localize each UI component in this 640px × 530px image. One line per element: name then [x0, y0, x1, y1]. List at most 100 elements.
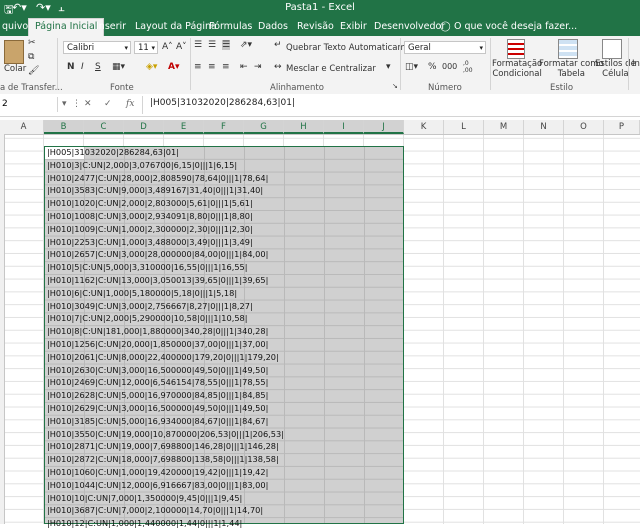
- tab-home[interactable]: Página Inicial: [28, 18, 105, 36]
- increase-indent-icon[interactable]: ⇥: [254, 62, 262, 72]
- format-painter-icon[interactable]: 🖌: [28, 66, 39, 76]
- column-header-b[interactable]: B: [44, 120, 84, 134]
- cell-styles-icon[interactable]: [602, 39, 622, 59]
- column-header-l[interactable]: L: [444, 120, 484, 134]
- table-row[interactable]: |H010|1256|C:UN|20,000|1,850000|37,00|0|…: [47, 338, 284, 351]
- table-row[interactable]: |H010|2253|C:UN|1,000|3,488000|3,49|0|||…: [47, 236, 284, 249]
- column-header-g[interactable]: G: [244, 120, 284, 134]
- decrease-font-icon[interactable]: A˅: [176, 42, 187, 52]
- table-row[interactable]: |H010|2477|C:UN|28,000|2,808590|78,64|0|…: [47, 172, 284, 185]
- table-row[interactable]: |H010|2629|C:UN|3,000|16,500000|49,50|0|…: [47, 402, 284, 415]
- column-header-f[interactable]: F: [204, 120, 244, 134]
- table-row[interactable]: |H010|2872|C:UN|18,000|7,698800|138,58|0…: [47, 453, 284, 466]
- row-headers[interactable]: [0, 134, 5, 524]
- borders-icon[interactable]: ▦▾: [112, 62, 125, 72]
- formula-input[interactable]: |H005|31032020|286284,63|01|: [150, 98, 295, 108]
- align-middle-icon[interactable]: ☰: [208, 40, 216, 50]
- tell-me-search[interactable]: O que você deseja fazer...: [454, 21, 577, 32]
- column-header-h[interactable]: H: [284, 120, 324, 134]
- paste-icon[interactable]: [4, 40, 24, 64]
- table-row[interactable]: |H010|10|C:UN|7,000|1,350000|9,45|0|||1|…: [47, 492, 284, 505]
- table-row[interactable]: |H010|2061|C:UN|8,000|22,400000|179,20|0…: [47, 351, 284, 364]
- font-name-combo[interactable]: Calibri ▾: [63, 41, 131, 54]
- table-row[interactable]: |H010|3583|C:UN|9,000|3,489167|31,40|0||…: [47, 184, 284, 197]
- align-center-icon[interactable]: ≡: [208, 62, 216, 72]
- underline-button[interactable]: S: [95, 62, 101, 72]
- tab-developer[interactable]: Desenvolvedor: [374, 21, 445, 32]
- tab-view[interactable]: Exibir: [340, 21, 367, 32]
- font-color-icon[interactable]: A▾: [168, 62, 179, 72]
- column-header-c[interactable]: C: [84, 120, 124, 134]
- decrease-indent-icon[interactable]: ⇤: [240, 62, 248, 72]
- tab-review[interactable]: Revisão: [297, 21, 334, 32]
- table-row[interactable]: |H010|1044|C:UN|12,000|6,916667|83,00|0|…: [47, 479, 284, 492]
- italic-button[interactable]: I: [81, 62, 84, 72]
- table-row[interactable]: |H010|3185|C:UN|5,000|16,934000|84,67|0|…: [47, 415, 284, 428]
- conditional-format-button[interactable]: Formatação Condicional: [492, 59, 542, 79]
- table-row[interactable]: |H010|5|C:UN|5,000|3,310000|16,55|0|||1|…: [47, 261, 284, 274]
- align-left-icon[interactable]: ≡: [194, 62, 202, 72]
- table-row[interactable]: |H010|1020|C:UN|2,000|2,803000|5,61|0|||…: [47, 197, 284, 210]
- merge-center-button[interactable]: Mesclar e Centralizar: [286, 64, 376, 74]
- table-row[interactable]: |H010|2871|C:UN|19,000|7,698800|146,28|0…: [47, 440, 284, 453]
- table-row[interactable]: |H010|8|C:UN|181,000|1,880000|340,28|0||…: [47, 325, 284, 338]
- alignment-launcher-icon[interactable]: ↘: [392, 82, 398, 90]
- table-row[interactable]: |H010|7|C:UN|2,000|5,290000|10,58|0|||1|…: [47, 312, 284, 325]
- column-header-p[interactable]: P: [604, 120, 640, 134]
- tab-formulas[interactable]: Fórmulas: [209, 21, 252, 32]
- format-table-button[interactable]: Formatar como Tabela: [539, 59, 604, 79]
- tab-data[interactable]: Dados: [258, 21, 288, 32]
- merge-dropdown-icon[interactable]: ▾: [386, 62, 391, 72]
- number-format-combo[interactable]: Geral ▾: [404, 41, 486, 54]
- format-table-icon[interactable]: [558, 39, 578, 59]
- font-size-combo[interactable]: 11 ▾: [134, 41, 158, 54]
- table-row[interactable]: |H010|6|C:UN|1,000|5,180000|5,18|0|||1|5…: [47, 287, 284, 300]
- column-header-d[interactable]: D: [124, 120, 164, 134]
- align-top-icon[interactable]: ☰: [194, 40, 202, 50]
- bold-button[interactable]: N: [67, 62, 75, 72]
- table-row[interactable]: |H005|31032020|286284,63|01|: [47, 146, 284, 159]
- table-row[interactable]: |H010|3049|C:UN|3,000|2,756667|8,27|0|||…: [47, 300, 284, 313]
- column-header-a[interactable]: A: [4, 120, 44, 134]
- copy-icon[interactable]: ⧉: [28, 52, 34, 62]
- table-row[interactable]: |H010|3687|C:UN|7,000|2,100000|14,70|0||…: [47, 504, 284, 517]
- thousands-button[interactable]: 000: [442, 62, 457, 71]
- conditional-format-icon[interactable]: [507, 39, 525, 59]
- table-row[interactable]: |H010|2628|C:UN|5,000|16,970000|84,85|0|…: [47, 389, 284, 402]
- insert-cells-button[interactable]: In: [632, 59, 640, 69]
- table-row[interactable]: |H010|1008|C:UN|3,000|2,934091|8,80|0|||…: [47, 210, 284, 223]
- wrap-text-icon[interactable]: ↵: [274, 40, 282, 50]
- increase-font-icon[interactable]: A˄: [162, 42, 173, 52]
- fill-color-icon[interactable]: ◈▾: [146, 62, 157, 72]
- table-row[interactable]: |H010|3|C:UN|2,000|3,076700|6,15|0|||1|6…: [47, 159, 284, 172]
- align-right-icon[interactable]: ≡: [222, 62, 230, 72]
- column-header-n[interactable]: N: [524, 120, 564, 134]
- column-header-k[interactable]: K: [404, 120, 444, 134]
- cut-icon[interactable]: ✂: [28, 38, 36, 48]
- cancel-icon[interactable]: ✕: [84, 99, 92, 109]
- enter-icon[interactable]: ✓: [104, 99, 112, 109]
- column-header-m[interactable]: M: [484, 120, 524, 134]
- cell-styles-button[interactable]: Estilos de Célula: [595, 59, 636, 79]
- table-row[interactable]: |H010|1060|C:UN|1,000|19,420000|19,42|0|…: [47, 466, 284, 479]
- tab-page-layout[interactable]: Layout da Página: [135, 21, 217, 32]
- paste-button[interactable]: Colar: [4, 64, 26, 74]
- align-bottom-icon[interactable]: ☰: [222, 40, 231, 50]
- column-header-o[interactable]: O: [564, 120, 604, 134]
- orientation-icon[interactable]: ⇗▾: [240, 40, 252, 50]
- tab-insert[interactable]: Inserir: [96, 21, 126, 32]
- decimal-buttons[interactable]: ,0 ,00: [463, 60, 473, 74]
- column-header-i[interactable]: I: [324, 120, 364, 134]
- table-row[interactable]: |H010|2469|C:UN|12,000|6,546154|78,55|0|…: [47, 376, 284, 389]
- name-box-dropdown-icon[interactable]: ▾: [62, 99, 67, 109]
- table-row[interactable]: |H010|1009|C:UN|1,000|2,300000|2,30|0|||…: [47, 223, 284, 236]
- merge-icon[interactable]: ↔: [274, 62, 282, 72]
- currency-icon[interactable]: ◫▾: [405, 62, 418, 72]
- name-box[interactable]: 2: [0, 97, 58, 112]
- percent-button[interactable]: %: [428, 62, 437, 72]
- table-row[interactable]: |H010|2657|C:UN|3,000|28,000000|84,00|0|…: [47, 248, 284, 261]
- table-row[interactable]: |H010|1162|C:UN|13,000|3,050013|39,65|0|…: [47, 274, 284, 287]
- tab-file[interactable]: quivo: [2, 21, 28, 32]
- column-header-j[interactable]: J: [364, 120, 404, 134]
- insert-function-icon[interactable]: fx: [126, 99, 134, 109]
